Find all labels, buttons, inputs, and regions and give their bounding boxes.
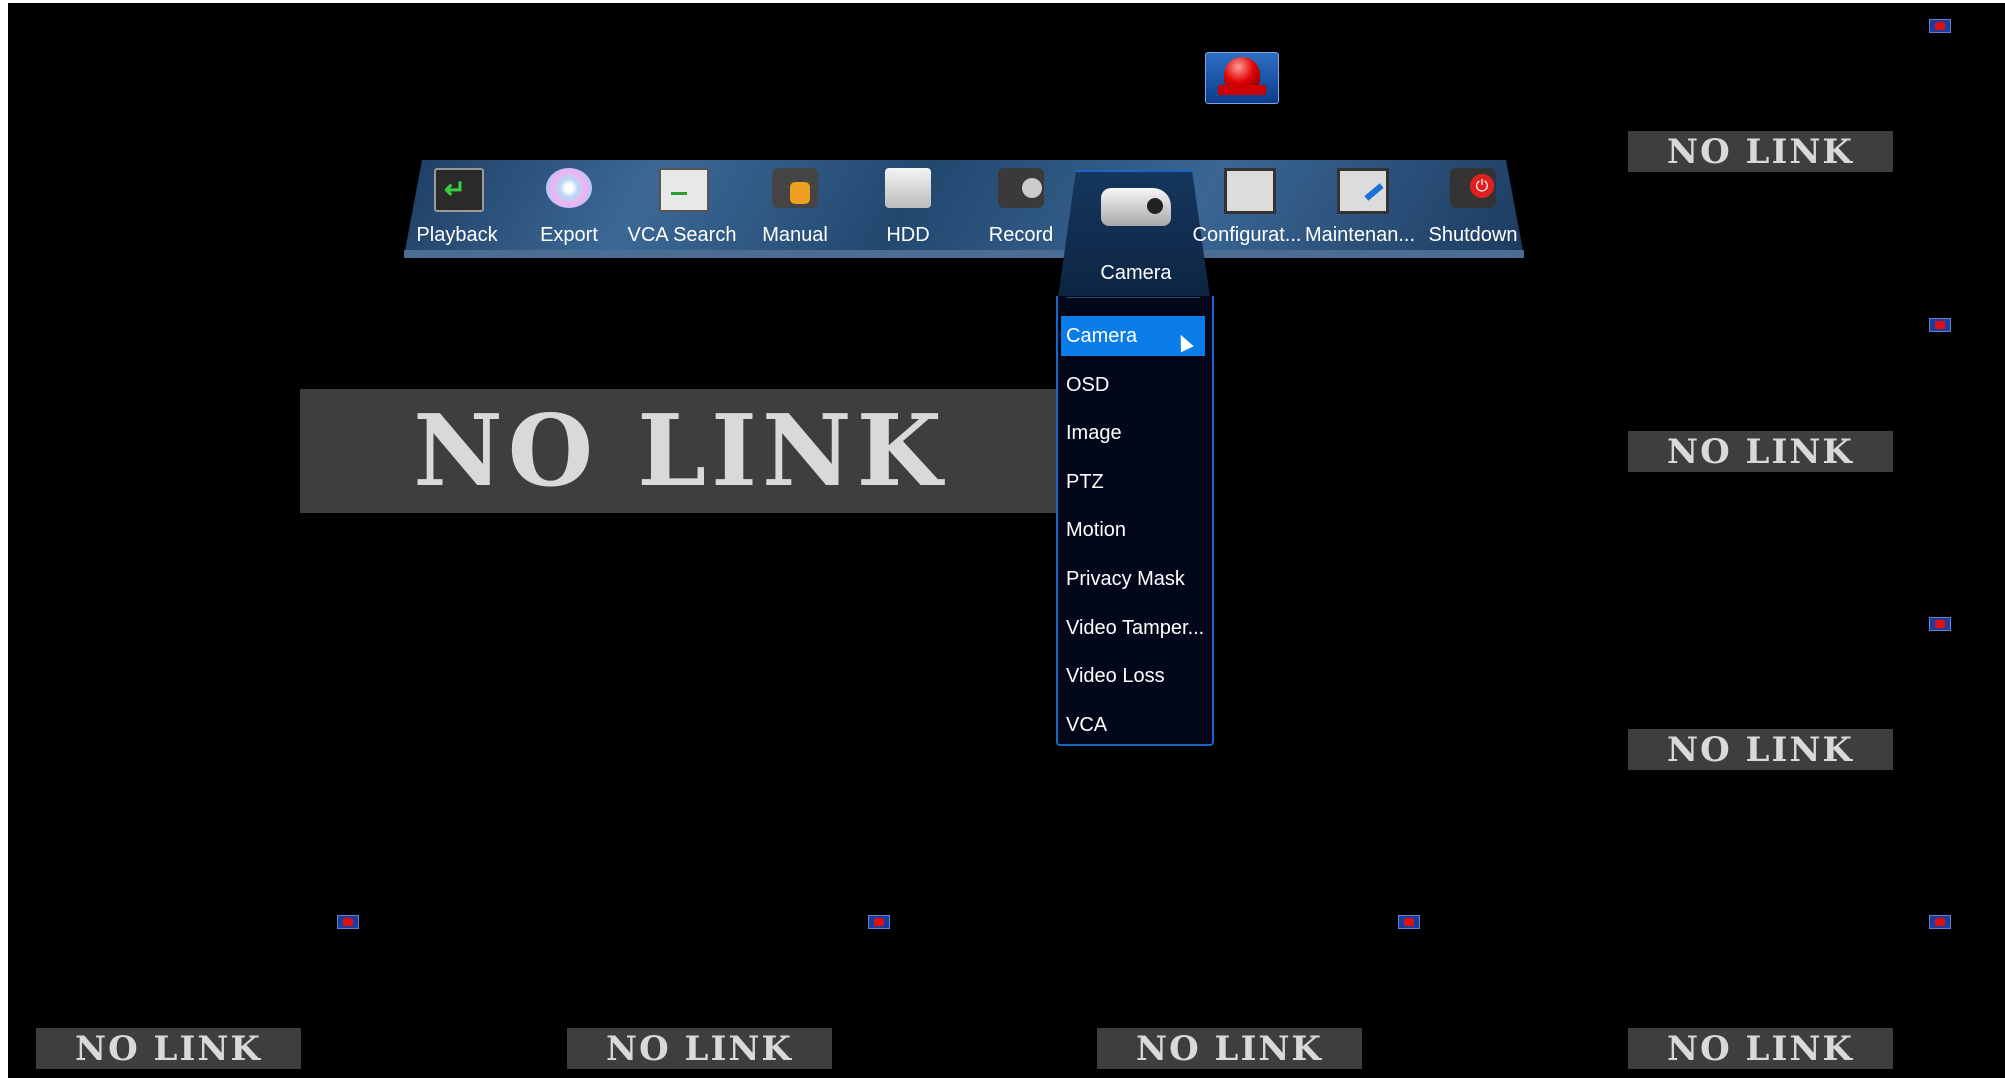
hdd-icon	[885, 168, 931, 208]
export-disc-icon	[546, 168, 592, 208]
no-link-overlay-bottom-1: NO LINK	[36, 1028, 301, 1069]
menu-item-shutdown[interactable]: Shutdown	[1417, 160, 1529, 252]
menu-item-label: Maintenan...	[1304, 224, 1416, 246]
menu-item-export[interactable]: Export	[513, 160, 625, 252]
maintenance-icon	[1337, 168, 1389, 214]
menu-item-maintenance[interactable]: Maintenan...	[1304, 160, 1416, 252]
record-indicator-icon	[337, 915, 359, 929]
no-link-overlay-right-2: NO LINK	[1628, 431, 1893, 472]
vca-search-icon	[659, 168, 709, 212]
record-indicator-icon	[1929, 19, 1951, 33]
alarm-dome	[1224, 57, 1260, 85]
screen-edge-left	[0, 0, 8, 1078]
submenu-item-video-loss[interactable]: Video Loss	[1061, 656, 1205, 696]
camera-icon	[1101, 188, 1171, 226]
menu-item-label: HDD	[886, 224, 930, 246]
no-link-overlay-bottom-4: NO LINK	[1628, 1028, 1893, 1069]
menu-item-manual[interactable]: Manual	[739, 160, 851, 252]
record-camera-icon	[998, 168, 1044, 208]
menu-item-playback[interactable]: Playback	[401, 160, 513, 252]
submenu-item-image[interactable]: Image	[1061, 413, 1205, 453]
menu-item-record[interactable]: Record	[965, 160, 1077, 252]
submenu-item-ptz[interactable]: PTZ	[1061, 462, 1205, 502]
menu-item-hdd[interactable]: HDD	[852, 160, 964, 252]
record-indicator-icon	[1929, 617, 1951, 631]
no-link-overlay-bottom-2: NO LINK	[567, 1028, 832, 1069]
configuration-icon	[1224, 168, 1276, 214]
screen-edge-top	[0, 0, 2005, 3]
no-link-overlay-main: NO LINK	[300, 389, 1060, 513]
menu-item-label: Playback	[416, 224, 498, 246]
alarm-base	[1218, 85, 1266, 95]
record-indicator-icon	[868, 915, 890, 929]
record-indicator-icon	[1929, 915, 1951, 929]
submenu-item-motion[interactable]: Motion	[1061, 510, 1205, 550]
submenu-divider	[1066, 297, 1200, 298]
menu-item-label: Shutdown	[1428, 224, 1518, 246]
menu-item-vca-search[interactable]: VCA Search	[626, 160, 738, 252]
menu-item-label: Record	[988, 224, 1054, 246]
power-icon	[1450, 168, 1496, 208]
submenu-item-video-tamper[interactable]: Video Tamper...	[1061, 608, 1205, 648]
playback-icon	[434, 168, 484, 212]
menu-item-label: Camera	[1100, 262, 1172, 284]
record-indicator-icon	[1398, 915, 1420, 929]
menu-item-configuration[interactable]: Configurat...	[1191, 160, 1303, 252]
submenu-item-osd[interactable]: OSD	[1061, 365, 1205, 405]
submenu-item-privacy-mask[interactable]: Privacy Mask	[1061, 559, 1205, 599]
no-link-overlay-right-3: NO LINK	[1628, 729, 1893, 770]
manual-record-icon	[772, 168, 818, 208]
menu-item-label: Manual	[762, 224, 828, 246]
record-indicator-icon	[1929, 318, 1951, 332]
no-link-overlay-bottom-3: NO LINK	[1097, 1028, 1362, 1069]
menu-item-label: Export	[540, 224, 598, 246]
submenu-item-vca[interactable]: VCA	[1061, 705, 1205, 745]
menu-item-label: VCA Search	[627, 224, 737, 246]
alarm-light-icon[interactable]	[1205, 52, 1279, 104]
no-link-overlay-right-1: NO LINK	[1628, 131, 1893, 172]
menu-item-label: Configurat...	[1192, 224, 1302, 246]
